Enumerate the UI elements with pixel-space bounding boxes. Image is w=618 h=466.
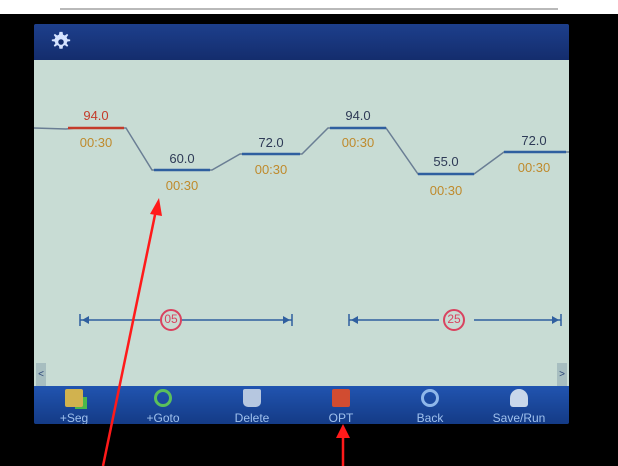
annotation-arrows (101, 198, 350, 466)
